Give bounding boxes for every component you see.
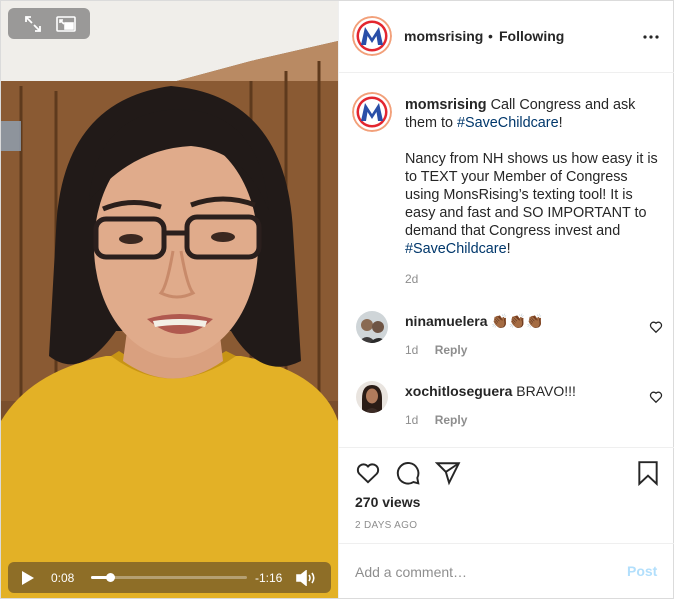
comment-composer: Post [339,543,674,598]
comment-meta: 1d Reply [405,413,467,427]
post-username[interactable]: momsrising [404,28,483,44]
post-button[interactable]: Post [627,563,657,579]
avatar[interactable] [352,16,392,56]
reply-button[interactable]: Reply [435,343,468,357]
video-top-controls [8,8,90,39]
volume-icon[interactable] [296,568,320,588]
comment-icon[interactable] [395,460,421,486]
play-icon[interactable] [17,567,39,589]
caption-body: Nancy from NH shows us how easy it is to… [405,151,658,239]
comment-username[interactable]: ninamuelera [405,313,487,329]
video-player[interactable]: 0:08 -1:16 [1,1,338,598]
view-count[interactable]: 270 views [355,494,420,510]
comment-body: xochitloseguera BRAVO!!! [405,382,635,400]
video-controls: 0:08 -1:16 [8,562,331,593]
comment-item: xochitloseguera BRAVO!!! 1d Reply [339,381,674,441]
avatar[interactable] [356,381,388,413]
comment-age[interactable]: 1d [405,413,418,427]
bookmark-icon[interactable] [635,460,661,487]
avatar[interactable] [356,311,388,343]
avatar[interactable] [352,92,392,132]
fullscreen-icon[interactable] [23,14,43,34]
caption-username[interactable]: momsrising [405,97,487,113]
comment-text: BRAVO!!! [516,383,576,399]
following-button[interactable]: Following [499,28,564,44]
comment-input[interactable] [355,562,605,582]
current-time: 0:08 [51,570,75,585]
share-icon[interactable] [434,460,461,486]
post-header: momsrising • Following [339,1,674,73]
more-options-icon[interactable] [640,27,662,47]
post-date[interactable]: 2 DAYS AGO [355,520,417,531]
hashtag-link[interactable]: #SaveChildcare [405,241,507,257]
comment-text: 👏🏾👏🏾👏🏾 [491,313,544,329]
caption-text: momsrising Call Congress and ask them to… [405,96,663,258]
separator-dot: • [488,28,493,44]
progress-slider[interactable] [91,573,247,582]
comment-meta: 1d Reply [405,343,467,357]
comment-age[interactable]: 1d [405,343,418,357]
remaining-time: -1:16 [255,570,283,585]
progress-handle[interactable] [105,573,115,582]
reply-button[interactable]: Reply [435,413,468,427]
caption-punct: ! [506,241,511,257]
heart-icon[interactable] [355,460,381,486]
video-frame [1,1,338,598]
caption-age[interactable]: 2d [405,272,418,286]
like-comment-heart-icon[interactable] [649,390,663,404]
comment-username[interactable]: xochitloseguera [405,383,512,399]
picture-in-picture-icon[interactable] [55,14,76,34]
comment-item: ninamuelera 👏🏾👏🏾👏🏾 1d Reply [339,311,674,371]
like-comment-heart-icon[interactable] [649,320,663,334]
hashtag-link[interactable]: #SaveChildcare [457,115,559,131]
caption-punct: ! [558,115,563,131]
comment-body: ninamuelera 👏🏾👏🏾👏🏾 [405,312,635,330]
post-actions: 270 views 2 DAYS AGO [339,447,674,543]
post-side-panel: momsrising • Following momsrising Call C… [338,1,674,598]
post-modal: 0:08 -1:16 momsrising • Following momsri… [0,0,674,599]
